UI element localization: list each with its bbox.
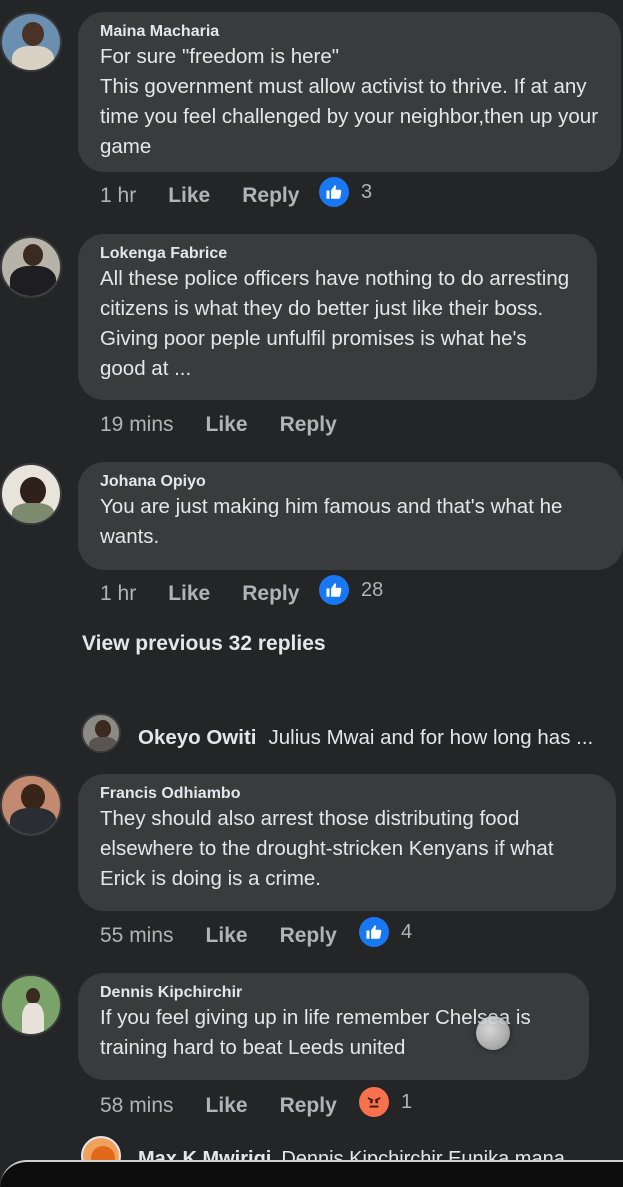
comment-author[interactable]: Lokenga Fabrice (100, 244, 575, 264)
comment-text: You are just making him famous and that'… (100, 495, 569, 548)
avatar[interactable] (0, 774, 62, 836)
like-button[interactable]: Like (206, 413, 248, 437)
reaction-count: 1 (401, 1090, 413, 1113)
comment-bubble: Dennis Kipchirchir If you feel giving up… (78, 973, 589, 1080)
reaction-summary[interactable]: 3 (319, 177, 372, 207)
comment-text: All these police officers have nothing t… (100, 267, 575, 380)
avatar[interactable] (0, 12, 62, 72)
reply-button[interactable]: Reply (280, 1094, 337, 1118)
angry-face-icon (359, 1087, 389, 1117)
comment-time[interactable]: 1 hr (100, 582, 136, 606)
reaction-count: 4 (401, 920, 413, 943)
comment-actions: 19 mins Like Reply (100, 410, 361, 440)
comment-text: For sure "freedom is here" This governme… (100, 45, 599, 158)
comment-text: They should also arrest those distributi… (100, 807, 560, 890)
reaction-summary[interactable]: 1 (359, 1087, 412, 1117)
reaction-count: 3 (361, 180, 373, 203)
comment-author[interactable]: Dennis Kipchirchir (100, 983, 567, 1003)
reply-button[interactable]: Reply (280, 413, 337, 437)
reply-preview-text: Julius Mwai and for how long has ... (268, 726, 594, 749)
comment-bubble: Johana Opiyo You are just making him fam… (78, 462, 623, 570)
reaction-summary[interactable]: 4 (359, 917, 412, 947)
comment-actions: 55 mins Like Reply (100, 921, 361, 951)
like-button[interactable]: Like (168, 582, 210, 606)
comment-actions: 1 hr Like Reply (100, 579, 323, 609)
reply-button[interactable]: Reply (242, 582, 299, 606)
avatar[interactable] (0, 974, 62, 1036)
like-button[interactable]: Like (168, 184, 210, 208)
comment-time[interactable]: 1 hr (100, 184, 136, 208)
reply-author[interactable]: Okeyo Owiti (138, 726, 256, 750)
view-previous-replies-link[interactable]: View previous 32 replies (82, 632, 326, 656)
bottom-comment-bar[interactable] (0, 1160, 623, 1187)
comment-bubble: Francis Odhiambo They should also arrest… (78, 774, 616, 911)
collapsed-reply[interactable]: Okeyo Owiti Julius Mwai and for how long… (80, 713, 593, 763)
thumbs-up-icon (319, 177, 349, 207)
reaction-count: 28 (361, 578, 384, 601)
comment-author[interactable]: Maina Macharia (100, 22, 599, 42)
comment-bubble: Lokenga Fabrice All these police officer… (78, 234, 597, 400)
comment-time[interactable]: 58 mins (100, 1094, 174, 1118)
like-button[interactable]: Like (206, 924, 248, 948)
reply-button[interactable]: Reply (242, 184, 299, 208)
comment-bubble: Maina Macharia For sure "freedom is here… (78, 12, 621, 172)
avatar[interactable] (0, 236, 62, 298)
comment-author[interactable]: Johana Opiyo (100, 472, 601, 492)
comment-time[interactable]: 19 mins (100, 413, 174, 437)
touch-indicator (476, 1016, 510, 1050)
avatar[interactable] (0, 463, 62, 525)
comment-author[interactable]: Francis Odhiambo (100, 784, 594, 804)
comment-time[interactable]: 55 mins (100, 924, 174, 948)
thumbs-up-icon (359, 917, 389, 947)
reaction-summary[interactable]: 28 (319, 575, 383, 605)
comment-actions: 58 mins Like Reply (100, 1091, 361, 1121)
like-button[interactable]: Like (206, 1094, 248, 1118)
reply-button[interactable]: Reply (280, 924, 337, 948)
thumbs-up-icon (319, 575, 349, 605)
comment-actions: 1 hr Like Reply (100, 181, 323, 211)
